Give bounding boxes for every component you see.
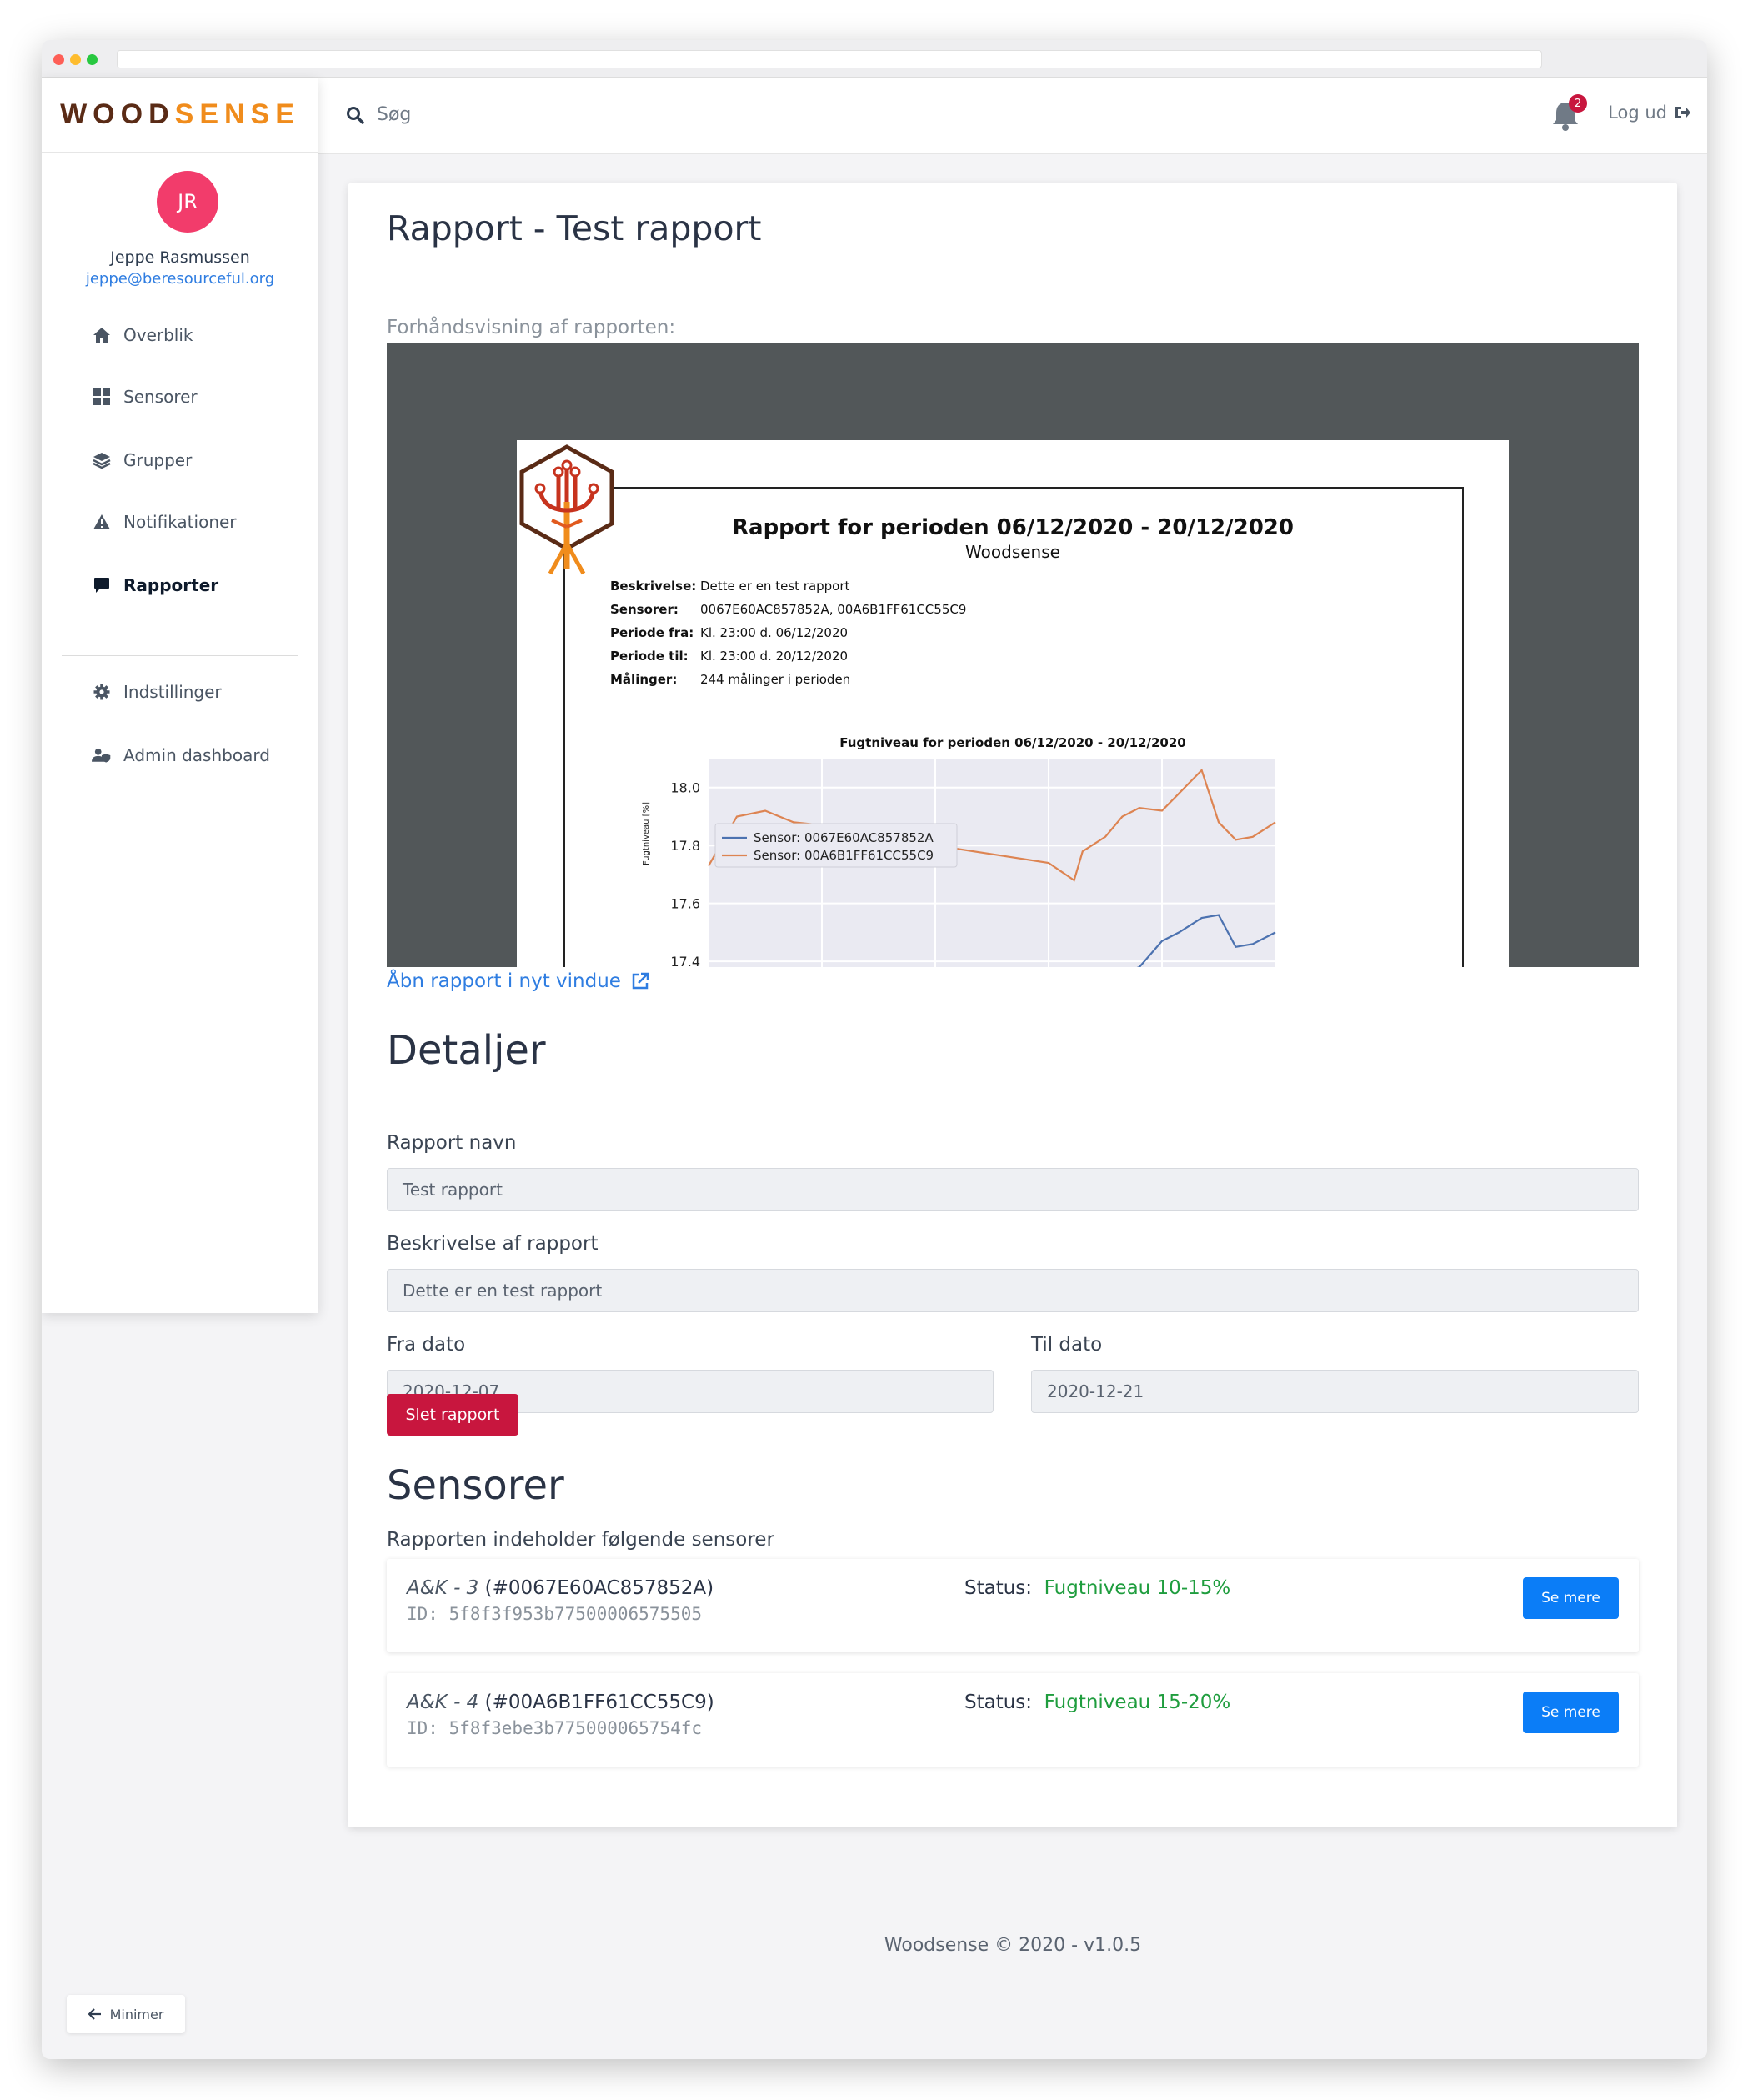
from-date-label: Fra dato [387,1334,466,1356]
sensor-name: A&K - 3 (#0067E60AC857852A) [407,1577,714,1599]
home-icon [92,326,112,344]
open-report-link[interactable]: Åbn rapport i nyt vindue [387,970,649,992]
report-field-period-from: Periode fra: Kl. 23:00 d. 06/12/2020 [610,625,849,640]
top-bar: Søg 2 Log ud [318,78,1707,154]
sign-out-icon [1675,107,1690,118]
sensor-more-button[interactable]: Se mere [1523,1577,1619,1619]
sidebar: WOOD SENSE JR Jeppe Rasmussen jeppe@beres… [42,78,318,1313]
external-link-icon [632,972,649,990]
sidebar-item-notifikationer[interactable]: Notifikationer [92,512,237,532]
sensor-id: ID: 5f8f3ebe3b775000065754fc [407,1718,703,1738]
sensor-card: A&K - 3 (#0067E60AC857852A) ID: 5f8f3f95… [387,1559,1639,1652]
gear-icon [92,683,112,701]
report-title: Rapport for perioden 06/12/2020 - 20/12/… [732,515,1294,540]
sidebar-item-indstillinger[interactable]: Indstillinger [92,682,222,702]
report-name-field[interactable]: Test rapport [387,1168,1639,1211]
report-field-description: Beskrivelse: Dette er en test rapport [610,579,850,594]
y-tick-label: 17.8 [670,838,700,854]
report-field-period-to: Periode til: Kl. 23:00 d. 20/12/2020 [610,649,849,664]
sidebar-item-sensorer[interactable]: Sensorer [92,387,198,407]
report-card: Rapport - Test rapport Forhåndsvisning a… [348,183,1677,1827]
sidebar-item-overblik[interactable]: Overblik [92,325,193,345]
report-field-measurements: Målinger: 244 målinger i perioden [610,672,851,687]
user-shield-icon [92,746,112,764]
avatar[interactable]: JR [157,171,218,233]
logout-button[interactable]: Log ud [1608,103,1690,123]
close-window-icon[interactable] [53,54,64,65]
to-date-label: Til dato [1031,1334,1103,1356]
y-tick-label: 17.6 [670,896,700,912]
sensor-name: A&K - 4 (#00A6B1FF61CC55C9) [407,1692,714,1713]
report-description-label: Beskrivelse af rapport [387,1233,599,1255]
woodsense-logo[interactable]: WOOD SENSE [42,78,318,153]
comment-icon [92,576,112,594]
sensors-heading: Sensorer [387,1462,564,1509]
address-bar[interactable] [117,50,1542,68]
footer: Woodsense © 2020 - v1.0.5 [884,1935,1142,1956]
report-preview-viewer[interactable]: Rapport for perioden 06/12/2020 - 20/12/… [387,343,1639,967]
to-date-field[interactable]: 2020-12-21 [1031,1370,1639,1413]
preview-label: Forhåndsvisning af rapporten: [387,317,676,338]
humidity-chart: 18.017.817.617.417.2Fugtniveau [%] Sensor… [642,759,1276,967]
report-name-label: Rapport navn [387,1132,517,1154]
delete-report-button[interactable]: Slet rapport [387,1394,518,1436]
arrow-left-icon [88,2008,101,2020]
page-title: Rapport - Test rapport [387,208,762,248]
report-field-sensors: Sensorer: 0067E60AC857852A, 00A6B1FF61CC5… [610,602,967,617]
sensors-subtitle: Rapporten indeholder følgende sensorer [387,1529,774,1551]
y-tick-label: 17.4 [670,954,700,967]
sensor-more-button[interactable]: Se mere [1523,1692,1619,1733]
sensor-status: Status: Fugtniveau 15-20% [964,1692,1231,1713]
legend-label: Sensor: 0067E60AC857852A [754,830,934,845]
browser-window: Søg 2 Log ud WOOD SENSE JR Jeppe Rasmusse… [42,40,1707,2059]
grid-icon [92,388,112,406]
user-email[interactable]: jeppe@beresourceful.org [42,270,318,288]
legend-label: Sensor: 00A6B1FF61CC55C9 [754,848,934,863]
sensor-card: A&K - 4 (#00A6B1FF61CC55C9) ID: 5f8f3ebe… [387,1673,1639,1767]
layers-icon [92,451,112,469]
notifications-button[interactable]: 2 [1549,94,1587,133]
report-description-field[interactable]: Dette er en test rapport [387,1269,1639,1312]
report-page: Rapport for perioden 06/12/2020 - 20/12/… [517,440,1509,967]
search-box[interactable]: Søg [345,104,411,125]
y-tick-label: 18.0 [670,780,700,796]
search-placeholder: Søg [377,104,412,125]
search-icon [347,106,364,124]
sensor-id: ID: 5f8f3f953b77500006575505 [407,1604,703,1624]
sidebar-item-rapporter[interactable]: Rapporter [92,575,218,595]
minimize-window-icon[interactable] [70,54,81,65]
maximize-window-icon[interactable] [87,54,98,65]
browser-chrome [42,40,1707,78]
report-subtitle: Woodsense [965,542,1060,562]
sidebar-item-grupper[interactable]: Grupper [92,450,192,470]
sidebar-divider [62,655,298,656]
notification-badge: 2 [1569,94,1587,113]
user-name: Jeppe Rasmussen [110,248,250,267]
sidebar-item-admin-dashboard[interactable]: Admin dashboard [92,745,270,765]
logout-label: Log ud [1608,103,1667,123]
y-axis-label: Fugtniveau [%] [642,802,651,865]
details-heading: Detaljer [387,1027,546,1074]
minimize-sidebar-button[interactable]: Minimer [67,1995,185,2033]
sensor-status: Status: Fugtniveau 10-15% [964,1577,1231,1599]
warning-icon [92,513,112,531]
